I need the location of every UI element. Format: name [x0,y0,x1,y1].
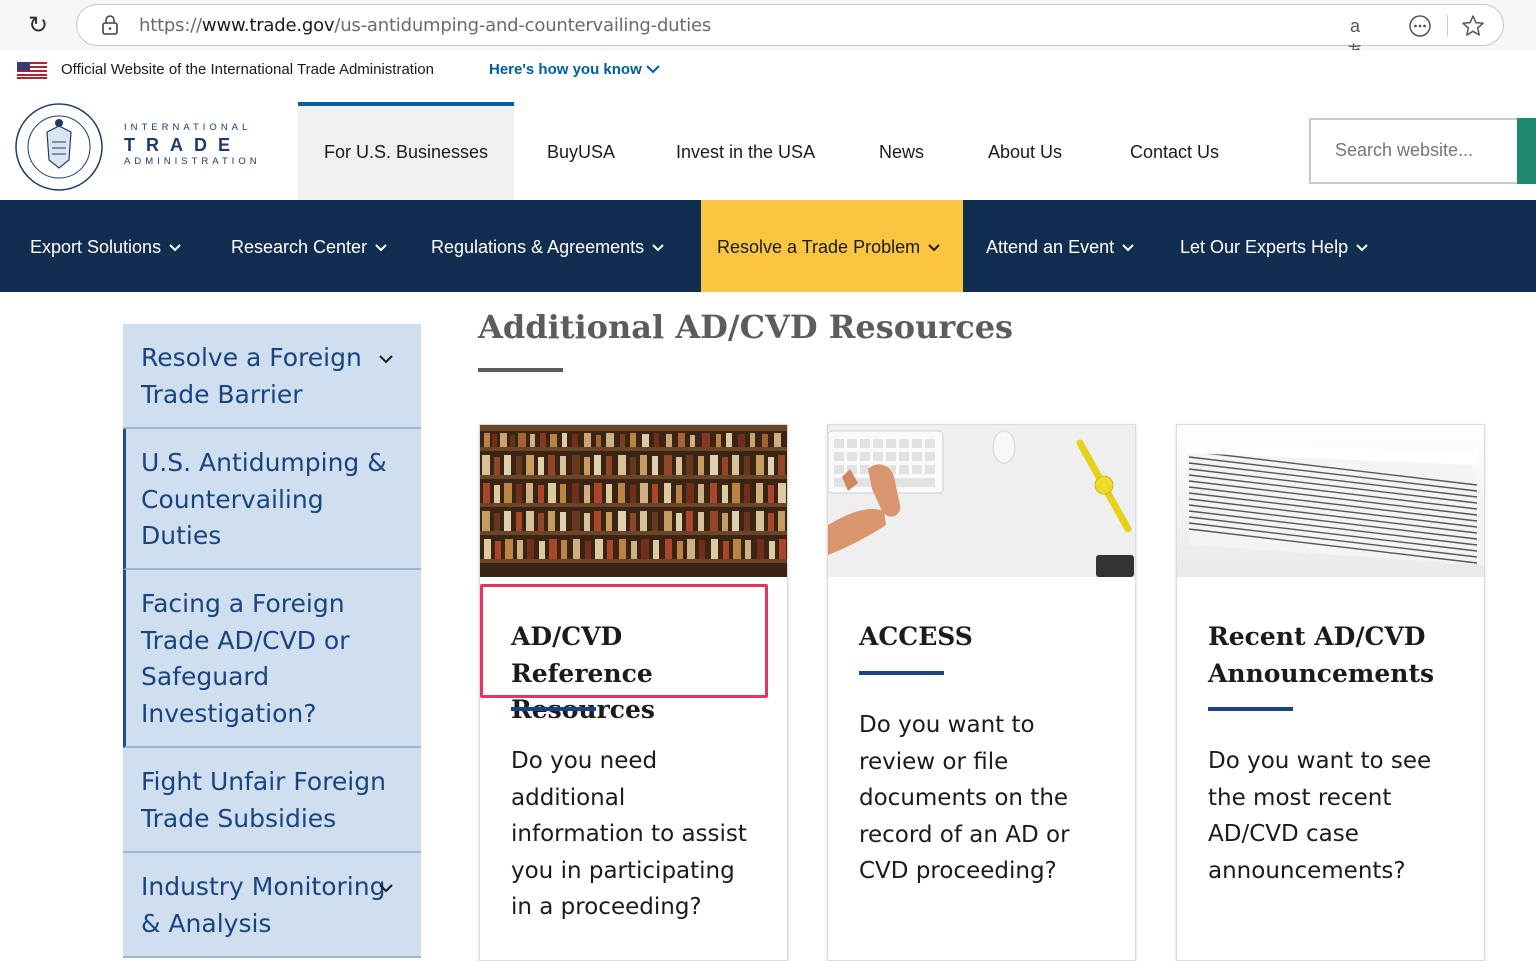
url-text[interactable]: https://www.trade.gov/us-antidumping-and… [139,15,711,36]
subnav-regulations-agreements[interactable]: Regulations & Agreements [431,237,664,258]
lock-icon[interactable] [101,15,119,35]
sidebar-item-us-antidumping-duties[interactable]: U.S. Antidumping & Countervailing Duties [123,429,421,570]
card-description: Do you want to review or file documents on… [859,712,1070,884]
sidebar-nav: Resolve a Foreign Trade Barrier U.S. Anti… [123,324,421,961]
chevron-down-icon[interactable] [377,879,395,897]
sidebar-item-industry-monitoring[interactable]: Industry Monitoring & Analysis [123,853,421,958]
keyboard-photo[interactable] [828,425,1135,577]
chevron-down-icon [375,244,387,252]
card-recent-adcvd-announcements[interactable]: Recent AD/CVD Announcements Do you want t… [1176,424,1485,961]
subnav-export-solutions[interactable]: Export Solutions [30,237,181,258]
subnav-attend-an-event[interactable]: Attend an Event [986,237,1134,258]
sidebar-item-facing-foreign-trade-adcvd[interactable]: Facing a Foreign Trade AD/CVD or Safeguard… [123,570,421,748]
card-title[interactable]: ACCESS [859,619,1109,656]
search-input[interactable]: Search website... [1309,118,1519,184]
chevron-down-icon [1122,244,1134,252]
bookshelf-photo[interactable] [480,425,787,577]
nav-news[interactable]: News [879,142,924,163]
card-title-underline [859,671,944,675]
reload-icon[interactable]: ↻ [24,12,52,40]
card-description: Do you need additional information to assi… [511,748,747,920]
subnav-let-our-experts-help[interactable]: Let Our Experts Help [1180,237,1368,258]
nav-contact-us[interactable]: Contact Us [1130,142,1219,163]
more-options-icon[interactable] [1407,13,1433,39]
card-access[interactable]: ACCESS Do you want to review or file docum… [827,424,1136,961]
title-underline [478,368,563,372]
secondary-nav: Export Solutions Research Center Regulat… [0,200,1536,292]
card-title[interactable]: Recent AD/CVD Announcements [1208,619,1458,692]
card-title-underline [1208,707,1293,711]
sidebar-item-fight-unfair-subsidies[interactable]: Fight Unfair Foreign Trade Subsidies [123,748,421,853]
nav-buyusa[interactable]: BuyUSA [547,142,615,163]
official-website-text: Official Website of the International Tr… [61,61,434,78]
address-bar[interactable]: https://www.trade.gov/us-antidumping-and… [76,4,1504,62]
card-description: Do you want to see the most recent AD/CVD … [1208,748,1432,884]
annotation-highlight-box [480,584,768,698]
chevron-down-icon[interactable] [645,61,661,77]
chevron-down-icon [1356,244,1368,252]
chevron-down-icon [169,244,181,252]
chevron-down-icon [652,244,664,252]
subnav-research-center[interactable]: Research Center [231,237,387,258]
chevron-down-icon[interactable] [377,350,395,368]
favorite-star-icon[interactable] [1460,13,1486,39]
search-button[interactable] [1517,118,1536,184]
card-title-underline [511,707,596,711]
department-of-commerce-seal-icon[interactable] [14,102,104,192]
paper-stack-photo[interactable] [1177,425,1484,577]
chevron-down-icon [928,244,940,252]
us-flag-icon [17,62,47,79]
nav-for-us-businesses[interactable]: For U.S. Businesses [324,142,488,163]
subnav-resolve-a-trade-problem[interactable]: Resolve a Trade Problem [717,237,940,258]
official-site-banner: Official Website of the International Tr… [0,50,1536,92]
sidebar-item-resolve-foreign-trade-barrier[interactable]: Resolve a Foreign Trade Barrier [123,324,421,429]
nav-invest-in-the-usa[interactable]: Invest in the USA [676,142,815,163]
read-aloud-icon[interactable]: aあ [1342,13,1368,62]
nav-about-us[interactable]: About Us [988,142,1062,163]
ita-logo[interactable]: INTERNATIONAL TRADE ADMINISTRATION [124,122,261,167]
toolbar-divider [1447,15,1448,37]
browser-toolbar: ↻ https://www.trade.gov/us-antidumping-a… [0,0,1536,62]
site-header: INTERNATIONAL TRADE ADMINISTRATION For U… [0,92,1536,200]
heres-how-you-know-link[interactable]: Here's how you know [489,61,642,78]
page-title: Additional AD/CVD Resources [478,308,1014,346]
